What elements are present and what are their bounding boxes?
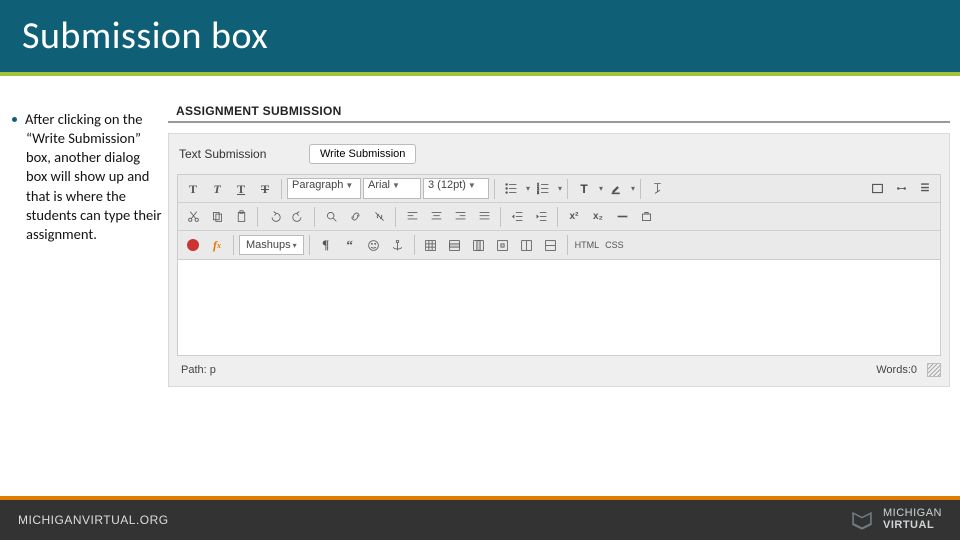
screenshot-region: ASSIGNMENT SUBMISSION Text Submission Wr… [168, 94, 960, 464]
section-heading: ASSIGNMENT SUBMISSION [168, 100, 950, 123]
html-label[interactable]: HTML [573, 240, 602, 250]
bullet-dot [12, 117, 17, 122]
pilcrow-button[interactable]: ¶ [315, 234, 337, 256]
smiley-button[interactable] [363, 234, 385, 256]
editor-textarea[interactable] [177, 260, 941, 356]
word-count: Words:0 [876, 364, 921, 376]
outdent-button[interactable] [506, 206, 528, 228]
cut-button[interactable] [182, 206, 204, 228]
footer-url: MICHIGANVIRTUAL.ORG [18, 513, 169, 527]
paste-button[interactable] [230, 206, 252, 228]
fullscreen-button[interactable] [866, 178, 888, 200]
italic-button[interactable]: T [206, 178, 228, 200]
table-row-button[interactable] [444, 234, 466, 256]
brand-logo-icon [849, 507, 875, 533]
write-submission-button[interactable]: Write Submission [309, 144, 416, 164]
find-button[interactable] [320, 206, 342, 228]
table-button[interactable] [420, 234, 442, 256]
strike-button[interactable]: T [254, 178, 276, 200]
copy-button[interactable] [206, 206, 228, 228]
svg-text:3: 3 [537, 190, 539, 195]
remove-format-button[interactable] [646, 178, 668, 200]
slide-title: Submission box [22, 13, 268, 59]
hr-button[interactable] [611, 206, 633, 228]
indent-button[interactable] [530, 206, 552, 228]
align-right-button[interactable] [449, 206, 471, 228]
table-split-button[interactable] [540, 234, 562, 256]
table-col-button[interactable] [468, 234, 490, 256]
underline-button[interactable]: T [230, 178, 252, 200]
font-select[interactable]: Arial▼ [363, 178, 421, 199]
function-button[interactable]: fx [206, 234, 228, 256]
clear-button[interactable] [635, 206, 657, 228]
numbered-list-button[interactable]: 123 [532, 178, 554, 200]
align-center-button[interactable] [425, 206, 447, 228]
align-left-button[interactable] [401, 206, 423, 228]
highlight-color-button[interactable] [605, 178, 627, 200]
help-icon[interactable] [890, 178, 912, 200]
slide-footer: MICHIGANVIRTUAL.ORG MICHIGANVIRTUAL [0, 496, 960, 540]
slide-header: Submission box [0, 0, 960, 72]
link-button[interactable] [344, 206, 366, 228]
collapse-icon[interactable]: ☰ [914, 178, 936, 200]
size-select[interactable]: 3 (12pt)▼ [423, 178, 489, 199]
bullet-column: After clicking on the “Write Submission”… [0, 94, 168, 464]
align-justify-button[interactable] [473, 206, 495, 228]
editor-toolbar: T T T T Paragraph▼ Arial▼ 3 (12pt)▼ ▾ 12… [177, 174, 941, 260]
resize-grip-icon[interactable] [927, 363, 941, 377]
mashups-select[interactable]: Mashups▾ [239, 235, 304, 255]
path-display: Path: p [177, 364, 216, 376]
undo-button[interactable] [263, 206, 285, 228]
table-merge-button[interactable] [516, 234, 538, 256]
text-submission-label: Text Submission [169, 147, 309, 161]
bullet-text: After clicking on the “Write Submission”… [25, 110, 162, 243]
text-color-button[interactable]: T [573, 178, 595, 200]
quote-button[interactable]: “ [339, 234, 361, 256]
superscript-button[interactable]: x² [563, 206, 585, 228]
subscript-button[interactable]: x₂ [587, 206, 609, 228]
unlink-button[interactable] [368, 206, 390, 228]
bulleted-list-button[interactable] [500, 178, 522, 200]
table-cell-button[interactable] [492, 234, 514, 256]
redo-button[interactable] [287, 206, 309, 228]
brand-text: MICHIGANVIRTUAL [883, 508, 942, 531]
bold-button[interactable]: T [182, 178, 204, 200]
anchor-button[interactable] [387, 234, 409, 256]
css-label[interactable]: CSS [603, 240, 626, 250]
record-button[interactable] [182, 234, 204, 256]
paragraph-select[interactable]: Paragraph▼ [287, 178, 361, 199]
